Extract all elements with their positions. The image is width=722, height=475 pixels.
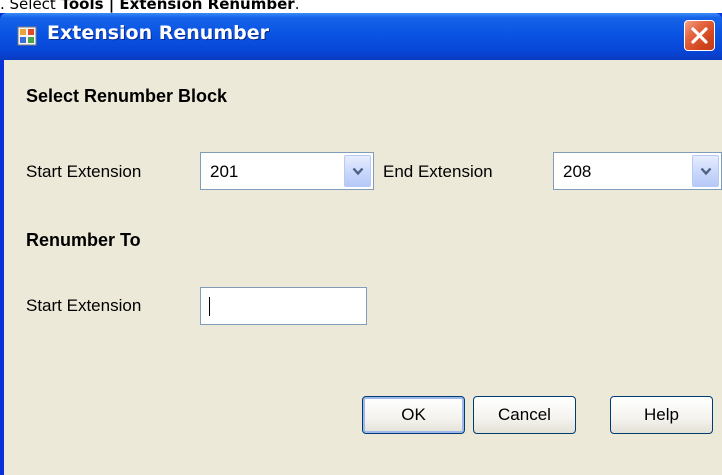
help-button[interactable]: Help [610, 396, 713, 434]
text-cursor [209, 297, 210, 316]
instruction-caption: . Select Tools | Extension Renumber. [0, 0, 299, 13]
app-window-icon [17, 26, 37, 46]
end-extension-dropdown[interactable]: 208 [553, 152, 722, 190]
start-extension-label: Start Extension [26, 162, 142, 181]
extension-renumber-dialog: Extension Renumber Select Renumber Block… [0, 13, 722, 475]
close-button[interactable] [684, 20, 715, 51]
chevron-down-icon [700, 167, 712, 176]
renumber-start-extension-label: Start Extension [26, 296, 142, 315]
close-icon [691, 27, 708, 44]
dialog-body: Select Renumber Block Start Extension 20… [4, 60, 722, 475]
end-extension-label: End Extension [383, 162, 493, 181]
ok-button[interactable]: OK [362, 396, 465, 434]
start-extension-dropdown[interactable]: 201 [200, 152, 374, 190]
renumber-to-heading: Renumber To [26, 230, 141, 250]
caption-menu-path: Tools | Extension Renumber [60, 0, 295, 13]
caption-prefix: . Select [0, 0, 61, 13]
end-extension-dropdown-button[interactable] [692, 155, 719, 187]
renumber-start-extension-input[interactable] [201, 288, 366, 324]
select-block-heading: Select Renumber Block [26, 86, 228, 106]
start-extension-value: 201 [210, 162, 239, 181]
window-title: Extension Renumber [47, 22, 269, 44]
title-bar[interactable]: Extension Renumber [0, 13, 722, 60]
cancel-button[interactable]: Cancel [473, 396, 576, 434]
chevron-down-icon [352, 167, 364, 176]
end-extension-value: 208 [563, 162, 592, 181]
caption-suffix: . [294, 0, 300, 13]
renumber-start-extension-field[interactable] [200, 287, 367, 325]
start-extension-dropdown-button[interactable] [344, 155, 371, 187]
